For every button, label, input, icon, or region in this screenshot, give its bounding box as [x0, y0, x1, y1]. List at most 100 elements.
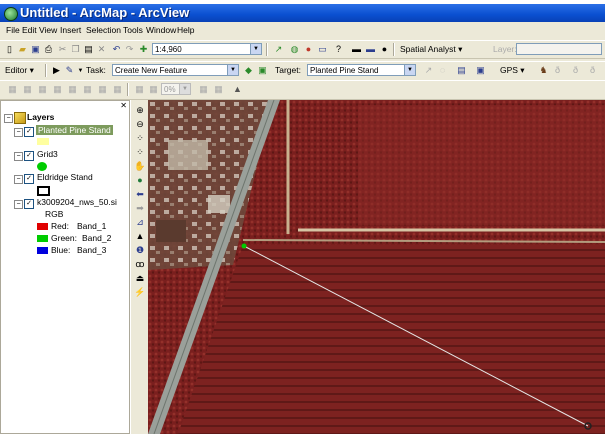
attributes-icon[interactable]: ▣: [256, 64, 269, 77]
collapse-icon[interactable]: −: [14, 200, 23, 209]
standard-toolbar: ▯ ▰ ▣ ⎙ ✂ ❐ ▤ ✕ ↶ ↷ ✚ 1:4,960 ▼ ↗ ◍ ● ▭ ?…: [0, 40, 605, 59]
menu-file[interactable]: File: [6, 25, 20, 35]
blue-band-value: Band_3: [77, 245, 107, 255]
editor-toolbar-icon[interactable]: ↗: [272, 43, 285, 56]
gps-connect-icon[interactable]: ♞: [537, 64, 550, 77]
layer-raster[interactable]: k3009204_nws_50.si: [37, 197, 117, 207]
arccatalog-icon[interactable]: ◍: [288, 43, 301, 56]
green-band-value: Band_2: [82, 233, 112, 243]
task-combo[interactable]: Create New Feature ▼: [112, 64, 239, 76]
paste-icon[interactable]: ▤: [82, 43, 95, 56]
rotate-tool-icon[interactable]: ◌: [436, 64, 449, 77]
red-band-label: Red:: [51, 221, 69, 231]
fixed-zoom-out-icon[interactable]: ⁘: [134, 146, 146, 158]
raster-tool-4-icon[interactable]: ▦: [51, 83, 64, 96]
cut-icon[interactable]: ✂: [56, 43, 69, 56]
raster-tool-6-icon[interactable]: ▦: [81, 83, 94, 96]
results-window-icon[interactable]: ▬: [364, 43, 377, 56]
raster-tool-13-icon[interactable]: ▲: [231, 83, 244, 96]
collapse-icon[interactable]: −: [14, 175, 23, 184]
transparency-combo[interactable]: 0% ▼: [161, 83, 191, 95]
model-builder-icon[interactable]: ▬: [350, 43, 363, 56]
raster-tool-3-icon[interactable]: ▦: [36, 83, 49, 96]
collapse-icon[interactable]: −: [4, 114, 13, 123]
print-icon[interactable]: ⎙: [42, 43, 55, 56]
layer-visibility-checkbox[interactable]: ✓: [24, 127, 34, 137]
full-extent-icon[interactable]: ●: [134, 174, 146, 186]
pan-icon[interactable]: ✋: [134, 160, 146, 172]
menu-help[interactable]: Help: [177, 25, 194, 35]
raster-tool-10-icon[interactable]: ▦: [147, 83, 160, 96]
go-forward-icon[interactable]: ➡: [134, 202, 146, 214]
collapse-icon[interactable]: −: [14, 128, 23, 137]
editor-menu[interactable]: Editor ▾: [5, 65, 34, 76]
raster-tool-9-icon[interactable]: ▦: [133, 83, 146, 96]
raster-tool-11-icon[interactable]: ▦: [197, 83, 210, 96]
collapse-icon[interactable]: −: [14, 152, 23, 161]
layer-combo[interactable]: [516, 43, 602, 55]
raster-tool-7-icon[interactable]: ▦: [96, 83, 109, 96]
raster-tool-2-icon[interactable]: ▦: [21, 83, 34, 96]
raster-tool-1-icon[interactable]: ▦: [6, 83, 19, 96]
layer-visibility-checkbox[interactable]: ✓: [24, 199, 34, 209]
target-combo[interactable]: Planted Pine Stand ▼: [307, 64, 416, 76]
add-data-icon[interactable]: ✚: [137, 43, 150, 56]
toolbar-separator: [266, 43, 268, 56]
new-document-icon[interactable]: ▯: [3, 43, 16, 56]
open-folder-icon[interactable]: ▰: [16, 43, 29, 56]
select-features-icon[interactable]: ⊿: [134, 216, 146, 228]
split-tool-icon[interactable]: ◆: [242, 64, 255, 77]
select-elements-icon[interactable]: ▲: [134, 230, 146, 242]
menu-tools[interactable]: Tools: [123, 25, 143, 35]
measure-icon[interactable]: ⏏: [134, 272, 146, 284]
raster-tool-12-icon[interactable]: ▦: [212, 83, 225, 96]
task-label: Task:: [86, 65, 106, 75]
gps-log-icon[interactable]: ð: [551, 64, 564, 77]
layers-root[interactable]: Layers: [27, 112, 54, 122]
delete-icon[interactable]: ✕: [95, 43, 108, 56]
undo-icon[interactable]: ↶: [110, 43, 123, 56]
fixed-zoom-in-icon[interactable]: ⁘: [134, 132, 146, 144]
zoom-in-icon[interactable]: ⊕: [134, 104, 146, 116]
map-scale-combo[interactable]: 1:4,960 ▼: [152, 43, 262, 55]
toolbar-separator: [393, 43, 395, 56]
menu-insert[interactable]: Insert: [60, 25, 81, 35]
save-icon[interactable]: ▣: [29, 43, 42, 56]
menu-selection[interactable]: Selection: [86, 25, 121, 35]
layer-visibility-checkbox[interactable]: ✓: [24, 174, 34, 184]
go-back-icon[interactable]: ⬅: [134, 188, 146, 200]
identify-icon[interactable]: ❶: [134, 244, 146, 256]
raster-tool-5-icon[interactable]: ▦: [66, 83, 79, 96]
hyperlink-icon[interactable]: ⚡: [134, 286, 146, 298]
gps-stream-icon[interactable]: ð: [569, 64, 582, 77]
sketch-vertex[interactable]: [241, 243, 247, 249]
zoom-out-icon[interactable]: ⊖: [134, 118, 146, 130]
menu-view[interactable]: View: [39, 25, 57, 35]
map-display[interactable]: [148, 100, 605, 434]
attribute-table-icon[interactable]: ▤: [455, 64, 468, 77]
copy-icon[interactable]: ❐: [69, 43, 82, 56]
sketch-properties-icon[interactable]: ↗: [422, 64, 435, 77]
menu-edit[interactable]: Edit: [22, 25, 37, 35]
menu-window[interactable]: Window: [146, 25, 176, 35]
layer-eldridge-stand[interactable]: Eldridge Stand: [37, 172, 93, 182]
close-icon[interactable]: ✕: [120, 101, 127, 110]
tools-toolbar: ⊕ ⊖ ⁘ ⁘ ✋ ● ⬅ ➡ ⊿ ▲ ❶ ꝏ ⏏ ⚡: [130, 100, 149, 434]
whats-this-help-icon[interactable]: ?: [332, 43, 345, 56]
edit-tool-icon[interactable]: ▶: [50, 64, 63, 77]
python-window-icon[interactable]: ●: [378, 43, 391, 56]
gps-menu[interactable]: GPS ▾: [500, 65, 525, 76]
gps-pause-icon[interactable]: ð: [586, 64, 599, 77]
raster-tool-8-icon[interactable]: ▦: [111, 83, 124, 96]
sketch-window-icon[interactable]: ▣: [474, 64, 487, 77]
find-icon[interactable]: ꝏ: [134, 258, 146, 270]
red-band-swatch: [37, 223, 48, 230]
layer-label: Layer:: [493, 44, 517, 54]
layer-planted-pine-stand[interactable]: Planted Pine Stand: [36, 125, 113, 135]
layer-grid3[interactable]: Grid3: [37, 149, 58, 159]
redo-icon[interactable]: ↷: [123, 43, 136, 56]
arctoolbox-icon[interactable]: ●: [302, 43, 315, 56]
layer-visibility-checkbox[interactable]: ✓: [24, 151, 34, 161]
spatial-analyst-menu[interactable]: Spatial Analyst ▾: [400, 44, 462, 55]
command-line-icon[interactable]: ▭: [316, 43, 329, 56]
